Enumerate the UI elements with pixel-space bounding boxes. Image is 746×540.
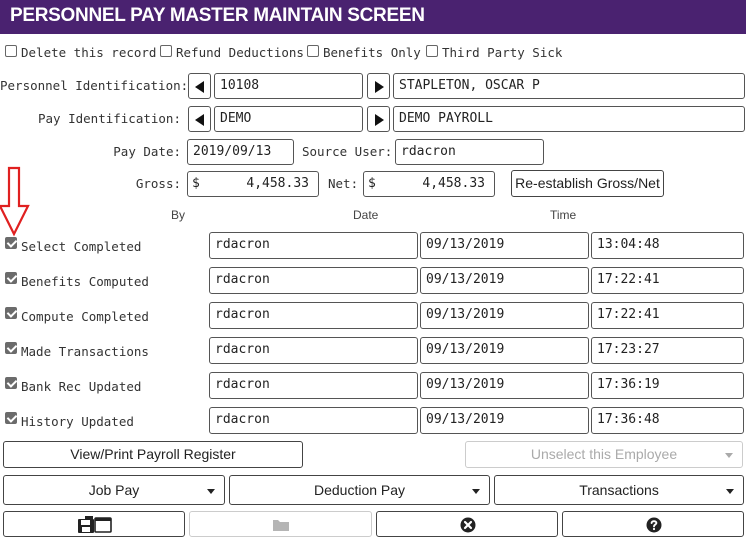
pay-next-button[interactable] xyxy=(367,106,390,132)
step-label: Compute Completed xyxy=(21,309,149,324)
arrow-right-icon xyxy=(375,114,384,126)
step-time-field[interactable]: 17:22:41 xyxy=(591,267,744,294)
unselect-employee-dropdown[interactable]: Unselect this Employee xyxy=(465,441,743,468)
reestablish-gross-net-button[interactable]: Re-establish Gross/Net xyxy=(511,170,664,197)
personnel-next-button[interactable] xyxy=(367,73,390,99)
unselect-employee-label: Unselect this Employee xyxy=(530,446,678,462)
column-header-time: Time xyxy=(550,208,577,222)
benefits-only-label: Benefits Only xyxy=(323,45,421,60)
step-label: Select Completed xyxy=(21,239,142,254)
title-bar: PERSONNEL PAY MASTER MAINTAIN SCREEN xyxy=(0,0,746,34)
cancel-icon xyxy=(460,517,476,533)
save-window-button[interactable] xyxy=(3,511,185,537)
pay-id-label: Pay Identification: xyxy=(38,111,181,126)
annotation-arrow-icon xyxy=(0,166,30,237)
step-checkbox-bank-rec-updated[interactable] xyxy=(5,377,17,389)
help-button[interactable] xyxy=(562,511,744,537)
step-by-field[interactable]: rdacron xyxy=(209,372,418,399)
pay-date-field[interactable]: 2019/09/13 xyxy=(187,139,294,165)
pay-id-field[interactable]: DEMO xyxy=(214,106,363,132)
caret-down-icon xyxy=(726,489,734,494)
save-window-icon xyxy=(78,516,112,533)
step-by-field[interactable]: rdacron xyxy=(209,337,418,364)
open-folder-button[interactable] xyxy=(189,511,372,537)
net-label: Net: xyxy=(328,176,359,191)
step-time-field[interactable]: 17:22:41 xyxy=(591,302,744,329)
pay-name-field[interactable]: DEMO PAYROLL xyxy=(393,106,745,132)
caret-down-icon xyxy=(725,453,733,458)
gross-label: Gross: xyxy=(135,176,181,191)
personnel-id-label: Personnel Identification: xyxy=(0,78,189,93)
caret-down-icon xyxy=(472,489,480,494)
folder-icon xyxy=(273,520,289,531)
step-checkbox-history-updated[interactable] xyxy=(5,412,17,424)
personnel-name-field[interactable]: STAPLETON, OSCAR P xyxy=(393,73,745,99)
third-party-sick-label: Third Party Sick xyxy=(442,45,563,60)
arrow-right-icon xyxy=(375,81,384,93)
step-checkbox-made-transactions[interactable] xyxy=(5,342,17,354)
step-label: Benefits Computed xyxy=(21,274,149,289)
step-time-field[interactable]: 17:23:27 xyxy=(591,337,744,364)
delete-record-checkbox[interactable] xyxy=(5,45,17,57)
column-header-date: Date xyxy=(353,208,379,222)
help-icon xyxy=(646,517,662,533)
arrow-left-icon xyxy=(195,81,204,93)
step-label: Bank Rec Updated xyxy=(21,379,142,394)
deduction-pay-dropdown[interactable]: Deduction Pay xyxy=(229,475,490,505)
step-by-field[interactable]: rdacron xyxy=(209,407,418,434)
source-user-field[interactable]: rdacron xyxy=(395,139,544,165)
step-time-field[interactable]: 13:04:48 xyxy=(591,232,744,259)
step-date-field[interactable]: 09/13/2019 xyxy=(420,337,589,364)
step-time-field[interactable]: 17:36:48 xyxy=(591,407,744,434)
net-field[interactable]: $ 4,458.33 xyxy=(363,171,495,197)
cancel-button[interactable] xyxy=(376,511,558,537)
step-checkbox-select-completed[interactable] xyxy=(5,237,17,249)
step-date-field[interactable]: 09/13/2019 xyxy=(420,407,589,434)
personnel-id-field[interactable]: 10108 xyxy=(214,73,363,99)
delete-record-label: Delete this record xyxy=(21,45,157,60)
benefits-only-checkbox[interactable] xyxy=(307,45,319,57)
refund-deductions-checkbox[interactable] xyxy=(160,45,172,57)
page-title: PERSONNEL PAY MASTER MAINTAIN SCREEN xyxy=(10,5,425,26)
third-party-sick-checkbox[interactable] xyxy=(426,45,438,57)
step-label: History Updated xyxy=(21,414,134,429)
source-user-label: Source User: xyxy=(302,144,393,159)
step-by-field[interactable]: rdacron xyxy=(209,267,418,294)
transactions-dropdown[interactable]: Transactions xyxy=(494,475,744,505)
caret-down-icon xyxy=(207,489,215,494)
step-checkbox-compute-completed[interactable] xyxy=(5,307,17,319)
step-time-field[interactable]: 17:36:19 xyxy=(591,372,744,399)
refund-deductions-label: Refund Deductions xyxy=(176,45,304,60)
gross-value: 4,458.33 xyxy=(246,176,309,191)
net-currency: $ xyxy=(368,176,376,191)
step-by-field[interactable]: rdacron xyxy=(209,302,418,329)
net-value: 4,458.33 xyxy=(422,176,485,191)
pay-prev-button[interactable] xyxy=(188,106,211,132)
column-header-by: By xyxy=(171,208,186,222)
step-date-field[interactable]: 09/13/2019 xyxy=(420,302,589,329)
step-date-field[interactable]: 09/13/2019 xyxy=(420,232,589,259)
arrow-left-icon xyxy=(195,114,204,126)
view-print-payroll-register-button[interactable]: View/Print Payroll Register xyxy=(3,441,303,468)
step-label: Made Transactions xyxy=(21,344,149,359)
gross-field[interactable]: $ 4,458.33 xyxy=(187,171,319,197)
transactions-label: Transactions xyxy=(579,482,659,498)
step-date-field[interactable]: 09/13/2019 xyxy=(420,372,589,399)
step-date-field[interactable]: 09/13/2019 xyxy=(420,267,589,294)
step-by-field[interactable]: rdacron xyxy=(209,232,418,259)
pay-date-label: Pay Date: xyxy=(113,144,181,159)
deduction-pay-label: Deduction Pay xyxy=(313,482,406,498)
job-pay-label: Job Pay xyxy=(88,482,140,498)
step-checkbox-benefits-computed[interactable] xyxy=(5,272,17,284)
personnel-prev-button[interactable] xyxy=(188,73,211,99)
job-pay-dropdown[interactable]: Job Pay xyxy=(3,475,225,505)
gross-currency: $ xyxy=(192,176,200,191)
